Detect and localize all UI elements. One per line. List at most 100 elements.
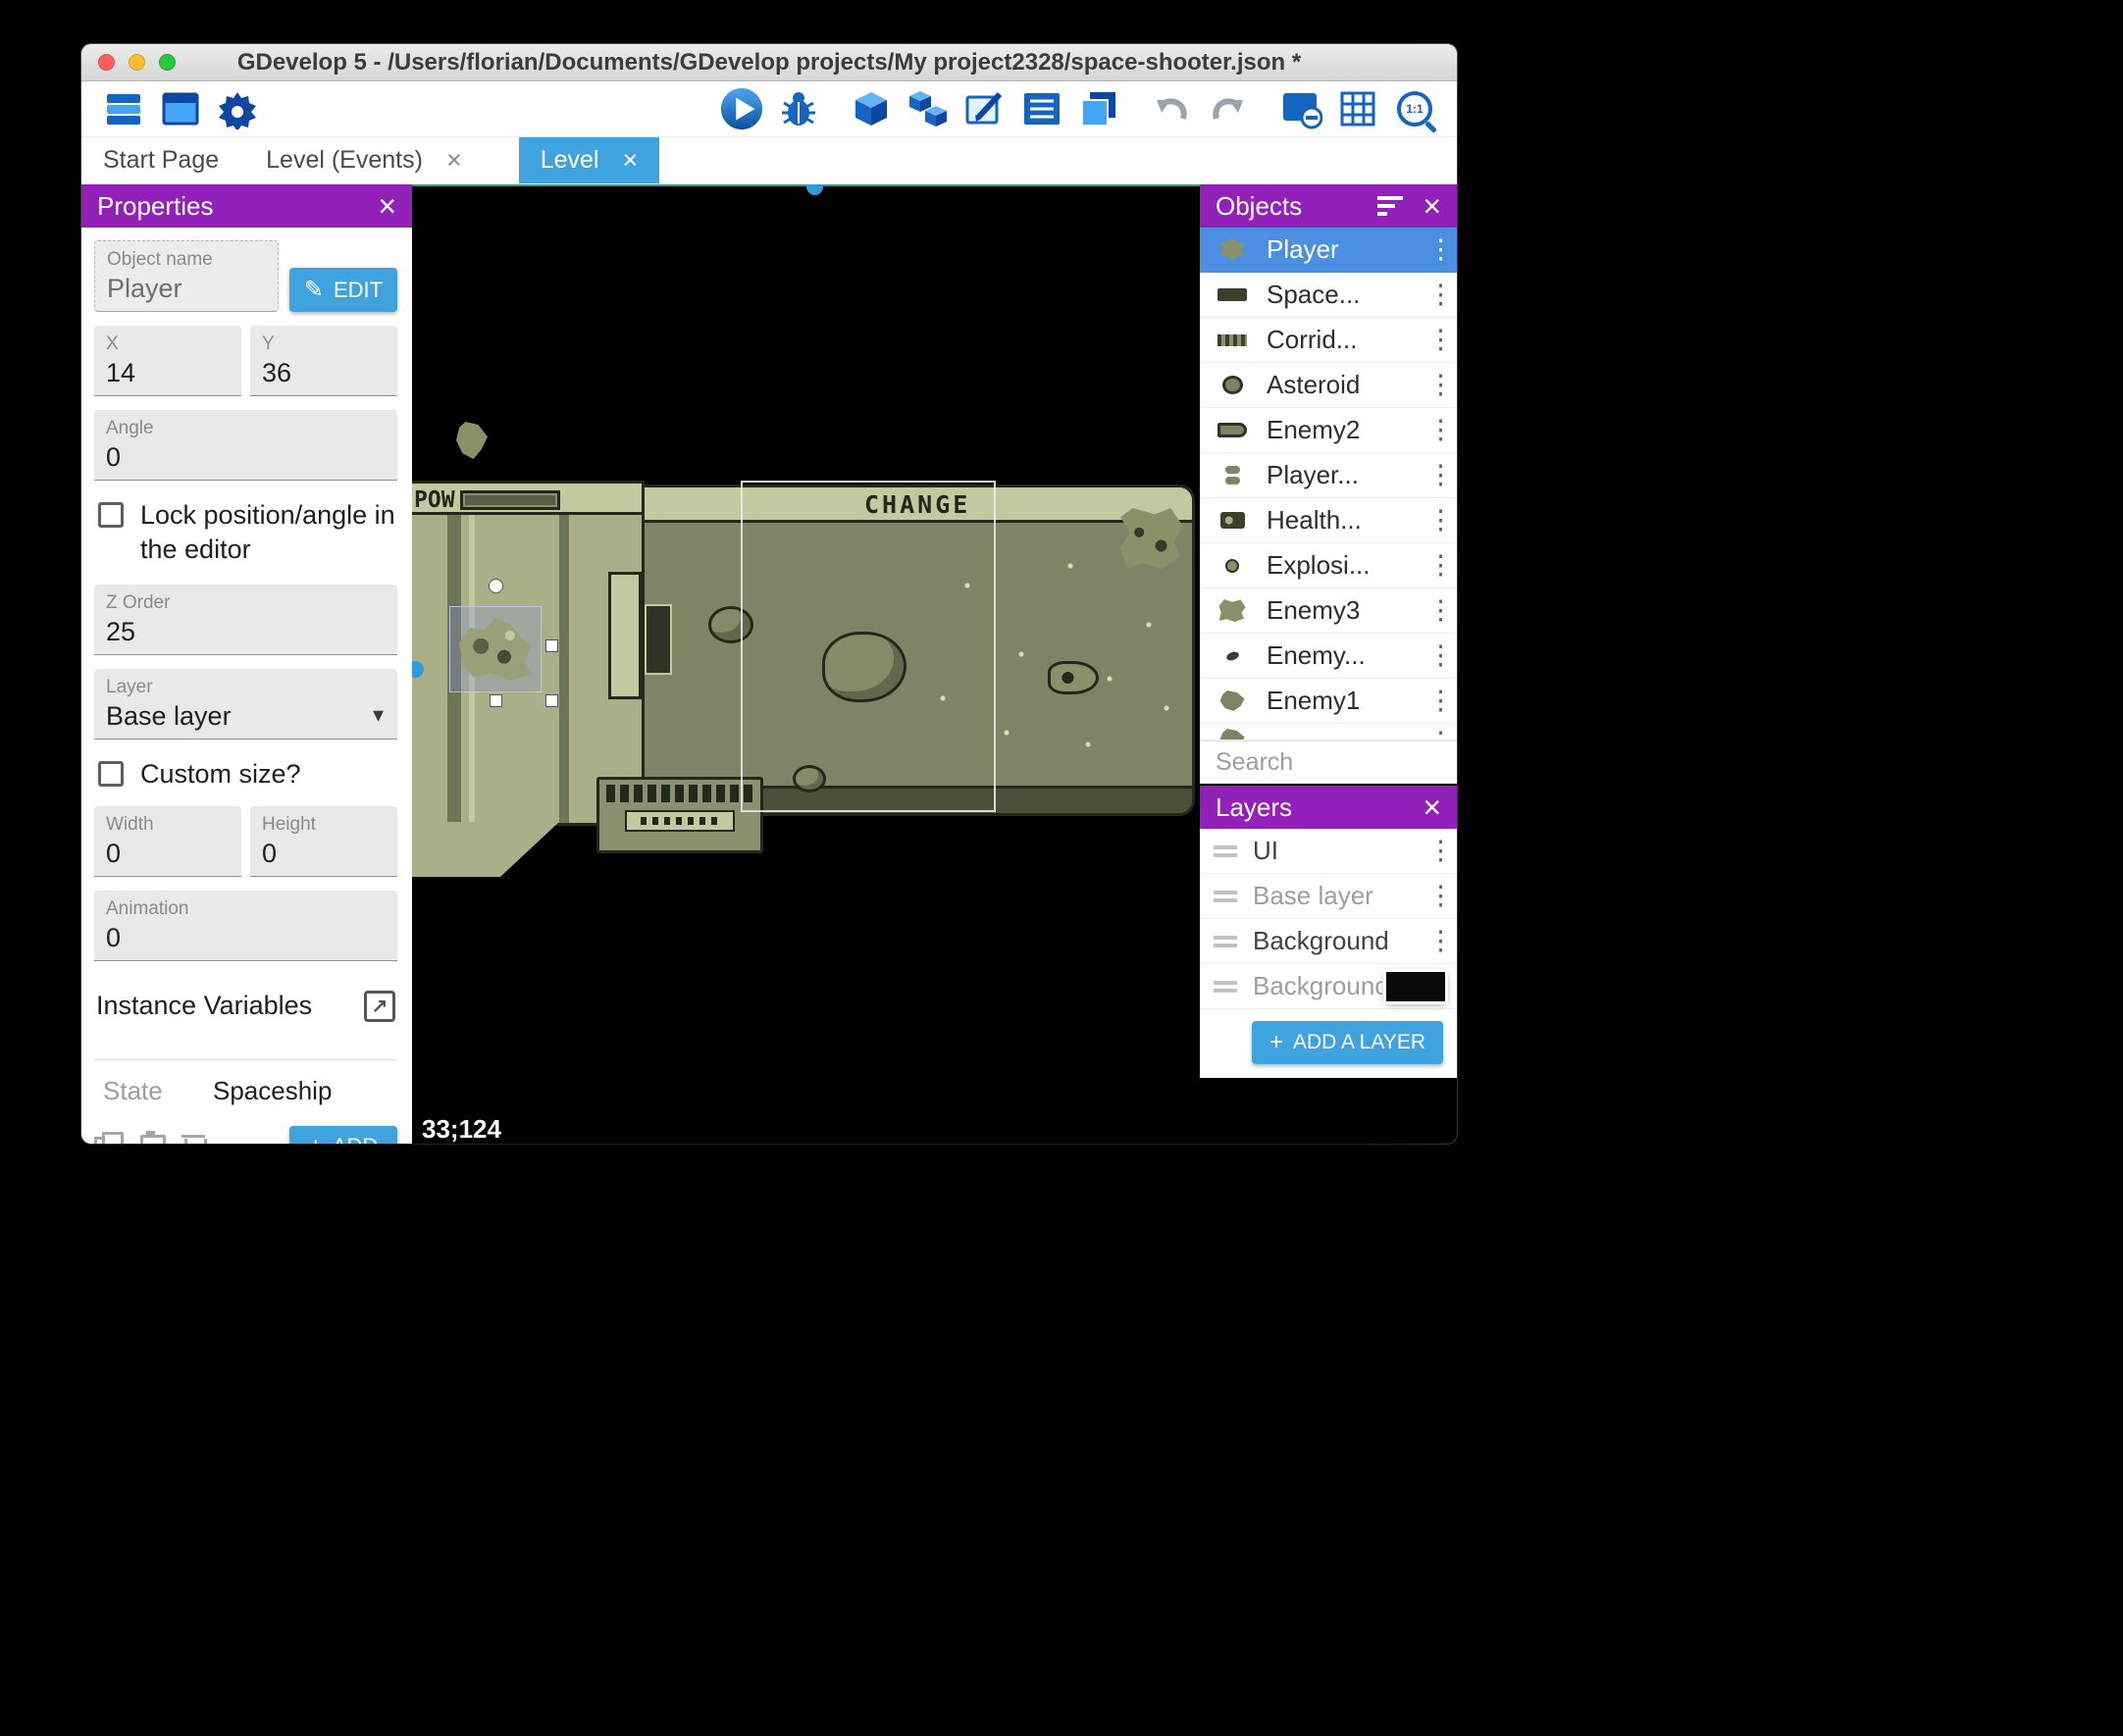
enemy2-object[interactable] [1048,661,1099,694]
x-field[interactable]: X 14 [94,326,241,397]
animation-field[interactable]: Animation 0 [94,890,397,961]
close-panel-icon[interactable]: × [1423,791,1441,823]
object-menu-icon[interactable]: ⋮ [1427,417,1454,443]
copy-icon[interactable] [94,1131,124,1144]
y-field[interactable]: Y 36 [250,326,397,397]
events-list-icon[interactable] [1019,86,1064,131]
layer-row-ui[interactable]: UI ⋮ [1200,829,1457,874]
close-window-button[interactable] [98,54,115,71]
scene-canvas[interactable]: CHANGE POW 33;124 [412,184,1200,1144]
object-menu-icon[interactable]: ⋮ [1427,236,1454,263]
window-icon[interactable] [158,86,203,131]
paste-icon[interactable] [137,1131,166,1144]
object-row-corridor[interactable]: Corrid... ⋮ [1200,318,1457,363]
door-object[interactable] [645,604,672,675]
resize-handle-top[interactable] [806,184,823,195]
object-menu-icon[interactable]: ⋮ [1427,688,1454,714]
titlebar[interactable]: GDevelop 5 - /Users/florian/Documents/GD… [81,44,1457,81]
layer-select[interactable]: Layer Base layer ▾ [94,669,397,740]
object-row-player[interactable]: Player ⋮ [1200,228,1457,273]
animation-field-value: 0 [106,922,122,952]
object-row-spaceship[interactable]: Space... ⋮ [1200,273,1457,318]
object-row-clipped[interactable]: ⋮ [1200,724,1457,740]
angle-field[interactable]: Angle 0 [94,410,397,482]
filter-icon[interactable] [1377,196,1404,216]
object-row-explosion[interactable]: Explosi... ⋮ [1200,543,1457,588]
tab-level[interactable]: Level × [518,137,660,183]
edit-scene-pencil-icon[interactable] [962,86,1008,131]
lock-position-checkbox[interactable] [98,502,124,529]
debug-bug-icon[interactable] [776,86,821,131]
close-panel-icon[interactable]: × [378,190,396,222]
enemy3-object[interactable] [1120,508,1183,569]
project-manager-icon[interactable] [101,86,146,131]
object-row-asteroid[interactable]: Asteroid ⋮ [1200,363,1457,408]
object-menu-icon[interactable]: ⋮ [1427,372,1454,398]
tab-spaceship[interactable]: Spaceship [213,1076,332,1106]
drag-handle-icon[interactable] [1214,935,1237,947]
tab-start-page[interactable]: Start Page [91,137,231,183]
search-input[interactable] [1216,748,1457,777]
drag-handle-icon[interactable] [1214,844,1237,857]
undo-icon[interactable] [1149,86,1194,131]
zoom-1-1-icon[interactable]: 1:1 [1392,86,1437,131]
tab-level-label: Level [540,146,599,174]
object-menu-icon[interactable]: ⋮ [1427,507,1454,534]
object-groups-cubes-icon[interactable] [906,86,951,131]
close-panel-icon[interactable]: × [1423,190,1441,222]
object-row-health[interactable]: Health... ⋮ [1200,498,1457,543]
minimize-window-button[interactable] [129,54,145,71]
drag-handle-icon[interactable] [1214,890,1237,902]
selection-resize-handle-right[interactable] [545,639,558,652]
object-menu-icon[interactable]: ⋮ [1427,597,1454,624]
layer-row-background[interactable]: Background ⋮ [1200,919,1457,964]
grid-icon[interactable] [1335,86,1380,131]
objects-cube-icon[interactable] [849,86,894,131]
lock-position-label: Lock position/angle in the editor [140,500,395,565]
object-row-enemy3[interactable]: Enemy3 ⋮ [1200,588,1457,634]
preview-play-icon[interactable] [719,86,764,131]
object-row-player-bullet[interactable]: Player... ⋮ [1200,453,1457,498]
trash-icon[interactable] [181,1131,208,1144]
debris-object[interactable] [456,422,488,459]
object-menu-icon[interactable]: ⋮ [1427,281,1454,308]
tab-state[interactable]: State [103,1076,213,1106]
tab-level-events[interactable]: Level (Events) × [254,137,474,183]
selection-rotate-handle[interactable] [489,579,503,593]
selection-resize-handle-corner[interactable] [545,694,558,707]
redo-icon[interactable] [1206,86,1251,131]
object-menu-icon[interactable]: ⋮ [1427,462,1454,488]
layer-menu-icon[interactable]: ⋮ [1427,883,1454,909]
close-tab-icon[interactable]: × [446,147,462,174]
height-field[interactable]: Height 0 [250,805,397,877]
console-object[interactable] [596,777,763,853]
gear-icon[interactable] [215,86,260,131]
object-menu-icon[interactable]: ⋮ [1427,729,1454,740]
layers-stack-icon[interactable] [1076,86,1121,131]
object-menu-icon[interactable]: ⋮ [1427,642,1454,669]
layer-row-background2[interactable]: Backgrounc [1200,964,1457,1009]
object-menu-icon[interactable]: ⋮ [1427,552,1454,579]
z-order-field[interactable]: Z Order 25 [94,585,397,656]
drag-handle-icon[interactable] [1214,980,1237,993]
custom-size-checkbox[interactable] [98,761,124,788]
open-variables-icon[interactable]: ↗ [364,990,395,1022]
object-menu-icon[interactable]: ⋮ [1427,327,1454,353]
player-bullet-object-icon [1212,466,1253,485]
object-row-enemy2[interactable]: Enemy2 ⋮ [1200,408,1457,453]
edit-object-button[interactable]: ✎ EDIT [289,268,397,313]
selection-resize-handle-bottom[interactable] [490,694,502,707]
add-layer-button[interactable]: + ADD A LAYER [1251,1021,1443,1064]
close-tab-icon[interactable]: × [622,147,638,174]
fullscreen-window-button[interactable] [159,54,176,71]
custom-size-label: Custom size? [140,759,301,790]
layer-row-base[interactable]: Base layer ⋮ [1200,874,1457,919]
layer-menu-icon[interactable]: ⋮ [1427,838,1454,864]
object-row-enemy-bullet[interactable]: Enemy... ⋮ [1200,634,1457,679]
add-variable-button[interactable]: + ADD [289,1125,397,1144]
window-mask-icon[interactable] [1278,86,1323,131]
layer-color-swatch[interactable] [1386,971,1445,1001]
width-field[interactable]: Width 0 [94,805,241,877]
object-row-enemy1[interactable]: Enemy1 ⋮ [1200,679,1457,724]
layer-menu-icon[interactable]: ⋮ [1427,928,1454,954]
